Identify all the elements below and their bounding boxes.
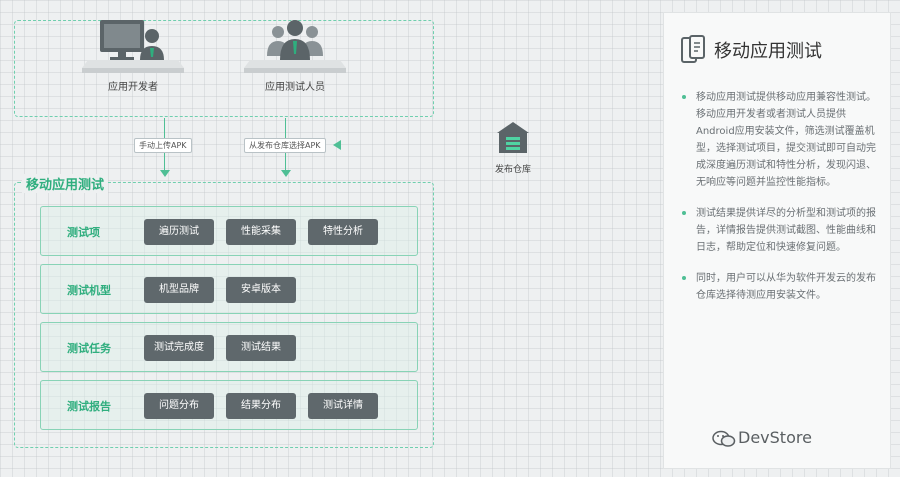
- release-repository: 发布仓库: [488, 120, 538, 175]
- row-label: 测试任务: [67, 342, 111, 355]
- chip: 问题分布: [144, 393, 214, 419]
- wechat-icon: [712, 430, 736, 447]
- upload-tag: 手动上传APK: [134, 138, 192, 153]
- chip: 特性分析: [308, 219, 378, 245]
- row-test-models: 测试机型 机型品牌 安卓版本: [40, 264, 418, 314]
- repository-icon: [497, 122, 529, 153]
- developer-icon: [82, 20, 184, 73]
- tester-group-icon: [244, 20, 346, 73]
- chip: 结果分布: [226, 393, 296, 419]
- developer-label: 应用开发者: [108, 82, 158, 93]
- mobile-app-icon: [681, 35, 705, 63]
- select-arrowhead: [281, 170, 291, 177]
- chip: 遍历测试: [144, 219, 214, 245]
- row-label: 测试报告: [67, 400, 111, 413]
- row-test-tasks: 测试任务 测试完成度 测试结果: [40, 322, 418, 372]
- row-label: 测试项: [67, 226, 100, 239]
- description-panel: 移动应用测试 移动应用测试提供移动应用兼容性测试。移动应用开发者或者测试人员提供…: [663, 12, 891, 469]
- main-title: 移动应用测试: [22, 174, 109, 193]
- chip: 测试详情: [308, 393, 378, 419]
- select-tag: 从发布仓库选择APK: [244, 138, 326, 153]
- panel-title: 移动应用测试: [714, 41, 822, 62]
- panel-bullet: 测试结果提供详尽的分析型和测试项的报告，详情报告提供测试截图、性能曲线和日志，帮…: [680, 205, 880, 256]
- row-test-report: 测试报告 问题分布 结果分布 测试详情: [40, 380, 418, 430]
- row-test-items: 测试项 遍历测试 性能采集 特性分析: [40, 206, 418, 256]
- panel-bullet: 同时，用户可以从华为软件开发云的发布仓库选择待测应用安装文件。: [680, 270, 880, 304]
- repository-label: 发布仓库: [494, 165, 531, 175]
- chip: 测试结果: [226, 335, 296, 361]
- row-label: 测试机型: [67, 284, 111, 297]
- chip: 测试完成度: [144, 335, 214, 361]
- upload-arrowhead: [160, 170, 170, 177]
- panel-bullet: 移动应用测试提供移动应用兼容性测试。移动应用开发者或者测试人员提供Android…: [680, 89, 880, 191]
- actor-tester: 应用测试人员: [240, 10, 350, 93]
- chip: 机型品牌: [144, 277, 214, 303]
- repo-arrowhead: [333, 140, 341, 150]
- tester-label: 应用测试人员: [265, 82, 325, 93]
- watermark-text: DevStore: [738, 428, 812, 447]
- actor-developer: 应用开发者: [78, 10, 188, 93]
- panel-bullet-list: 移动应用测试提供移动应用兼容性测试。移动应用开发者或者测试人员提供Android…: [680, 89, 880, 318]
- actors-container: [14, 20, 434, 117]
- chip: 性能采集: [226, 219, 296, 245]
- chip: 安卓版本: [226, 277, 296, 303]
